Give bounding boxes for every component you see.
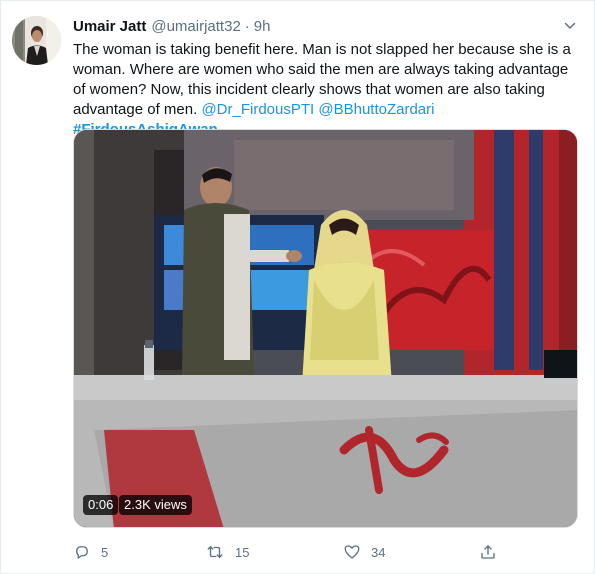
more-icon xyxy=(564,22,576,29)
reply-button[interactable]: 5 xyxy=(73,541,108,563)
tweet-actions: 5 15 34 xyxy=(73,541,573,563)
video-views-badge: 2.3K views xyxy=(119,495,192,515)
more-button[interactable] xyxy=(560,17,580,33)
retweet-count: 15 xyxy=(235,544,250,560)
share-button[interactable] xyxy=(479,541,497,563)
author-handle[interactable]: @umairjatt32 xyxy=(151,18,240,35)
separator-dot: · xyxy=(244,17,250,35)
like-count: 34 xyxy=(371,544,386,560)
avatar[interactable] xyxy=(12,16,61,65)
retweet-icon xyxy=(207,546,223,558)
avatar-image xyxy=(12,16,61,65)
tweet-timestamp[interactable]: 9h xyxy=(254,18,271,35)
tweet-header: Umair Jatt @umairjatt32 · 9h xyxy=(73,15,554,37)
share-icon xyxy=(481,545,495,559)
video-frame xyxy=(74,130,577,527)
tweet-text: The woman is taking benefit here. Man is… xyxy=(73,40,581,140)
like-icon xyxy=(344,545,360,559)
video-duration-badge: 0:06 xyxy=(83,495,119,515)
author-name[interactable]: Umair Jatt xyxy=(73,18,146,35)
mention-link[interactable]: @Dr_FirdousPTI xyxy=(201,101,314,118)
mention-link[interactable]: @BBhuttoZardari xyxy=(318,101,434,118)
retweet-button[interactable]: 15 xyxy=(205,541,249,563)
reply-icon xyxy=(76,546,88,559)
reply-count: 5 xyxy=(101,544,109,560)
video-player[interactable] xyxy=(73,129,578,528)
tweet-card[interactable]: Umair Jatt @umairjatt32 · 9h The woman i… xyxy=(0,0,595,574)
like-button[interactable]: 34 xyxy=(343,541,385,563)
